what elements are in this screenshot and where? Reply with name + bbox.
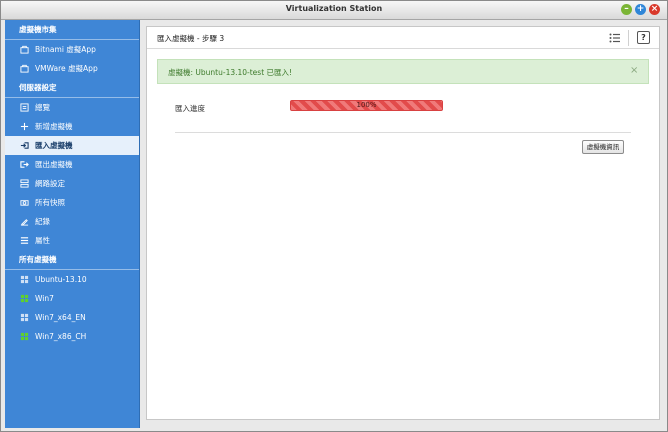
sidebar: 虛擬機市集 Bitnami 虛擬App VMWare 虛擬App 伺服器設定 總… <box>5 20 140 428</box>
list-icon[interactable] <box>609 32 621 44</box>
progress-text: 100% <box>356 101 377 109</box>
import-progress-bar: 100% <box>290 100 443 111</box>
vm-item-ubuntu[interactable]: Ubuntu-13.10 <box>5 270 139 289</box>
vm-item-win7[interactable]: Win7 <box>5 289 139 308</box>
vm-label: Ubuntu-13.10 <box>35 275 87 284</box>
sidebar-item-label: 總覽 <box>35 103 50 112</box>
vm-stopped-icon <box>20 313 29 322</box>
snapshot-icon <box>20 200 29 206</box>
plus-icon <box>20 122 29 131</box>
sidebar-item-export-vm[interactable]: 匯出虛擬機 <box>5 155 139 174</box>
vm-running-icon <box>20 294 29 303</box>
overview-icon <box>20 103 29 112</box>
sidebar-item-logs[interactable]: 紀錄 <box>5 212 139 231</box>
sidebar-item-add-vm[interactable]: 新增虛擬機 <box>5 117 139 136</box>
vm-label: Win7 <box>35 294 54 303</box>
log-icon <box>20 219 29 226</box>
help-icon[interactable]: ? <box>637 31 650 44</box>
close-button[interactable]: × <box>649 4 660 15</box>
section-all-vms: 所有虛擬機 <box>5 250 139 270</box>
divider <box>175 132 631 133</box>
minimize-button[interactable]: – <box>621 4 632 15</box>
main-panel: 匯入虛擬機 - 步驟 3 ? 虛擬機: Ubuntu-13.10-test 已匯… <box>146 26 660 420</box>
app-window: Virtualization Station – + × 虛擬機市集 Bitna… <box>0 0 668 432</box>
success-alert: 虛擬機: Ubuntu-13.10-test 已匯入! × <box>157 59 649 84</box>
panel-header: 匯入虛擬機 - 步驟 3 ? <box>147 27 659 49</box>
maximize-button[interactable]: + <box>635 4 646 15</box>
sidebar-item-label: Bitnami 虛擬App <box>35 45 96 54</box>
vm-item-win7-x64-en[interactable]: Win7_x64_EN <box>5 308 139 327</box>
sidebar-item-label: VMWare 虛擬App <box>35 64 98 73</box>
sidebar-item-label: 新增虛擬機 <box>35 122 73 131</box>
alert-message: 虛擬機: Ubuntu-13.10-test 已匯入! <box>168 68 293 77</box>
sidebar-item-label: 匯出虛擬機 <box>35 160 73 169</box>
sidebar-item-vmware[interactable]: VMWare 虛擬App <box>5 59 139 78</box>
vm-running-icon <box>20 332 29 341</box>
sidebar-item-overview[interactable]: 總覽 <box>5 98 139 117</box>
vm-label: Win7_x64_EN <box>35 313 86 322</box>
vm-stopped-icon <box>20 275 29 284</box>
section-server-settings: 伺服器設定 <box>5 78 139 98</box>
page-title: 匯入虛擬機 - 步驟 3 <box>157 34 225 43</box>
sidebar-item-bitnami[interactable]: Bitnami 虛擬App <box>5 40 139 59</box>
vm-item-win7-x86-ch[interactable]: Win7_x86_CH <box>5 327 139 346</box>
sidebar-item-network[interactable]: 網路設定 <box>5 174 139 193</box>
marketplace-icon <box>20 45 29 54</box>
section-marketplace: 虛擬機市集 <box>5 20 139 40</box>
vm-label: Win7_x86_CH <box>35 332 87 341</box>
sidebar-item-label: 紀錄 <box>35 217 50 226</box>
window-title: Virtualization Station <box>285 4 383 13</box>
import-icon <box>20 142 29 149</box>
vm-info-button[interactable]: 虛擬機資訊 <box>582 140 624 154</box>
network-icon <box>20 179 29 188</box>
sidebar-item-label: 匯入虛擬機 <box>35 141 73 150</box>
sidebar-item-import-vm[interactable]: 匯入虛擬機 <box>5 136 139 155</box>
title-bar: Virtualization Station – + × <box>1 1 667 20</box>
sidebar-item-label: 所有快照 <box>35 198 65 207</box>
sidebar-item-label: 屬性 <box>35 236 50 245</box>
progress-label: 匯入進度 <box>175 104 205 113</box>
sidebar-item-snapshots[interactable]: 所有快照 <box>5 193 139 212</box>
header-divider <box>628 30 629 46</box>
export-icon <box>20 161 29 168</box>
sidebar-item-properties[interactable]: 屬性 <box>5 231 139 250</box>
marketplace-icon <box>20 64 29 73</box>
properties-icon <box>20 237 29 244</box>
sidebar-item-label: 網路設定 <box>35 179 65 188</box>
alert-close-icon[interactable]: × <box>630 65 638 76</box>
